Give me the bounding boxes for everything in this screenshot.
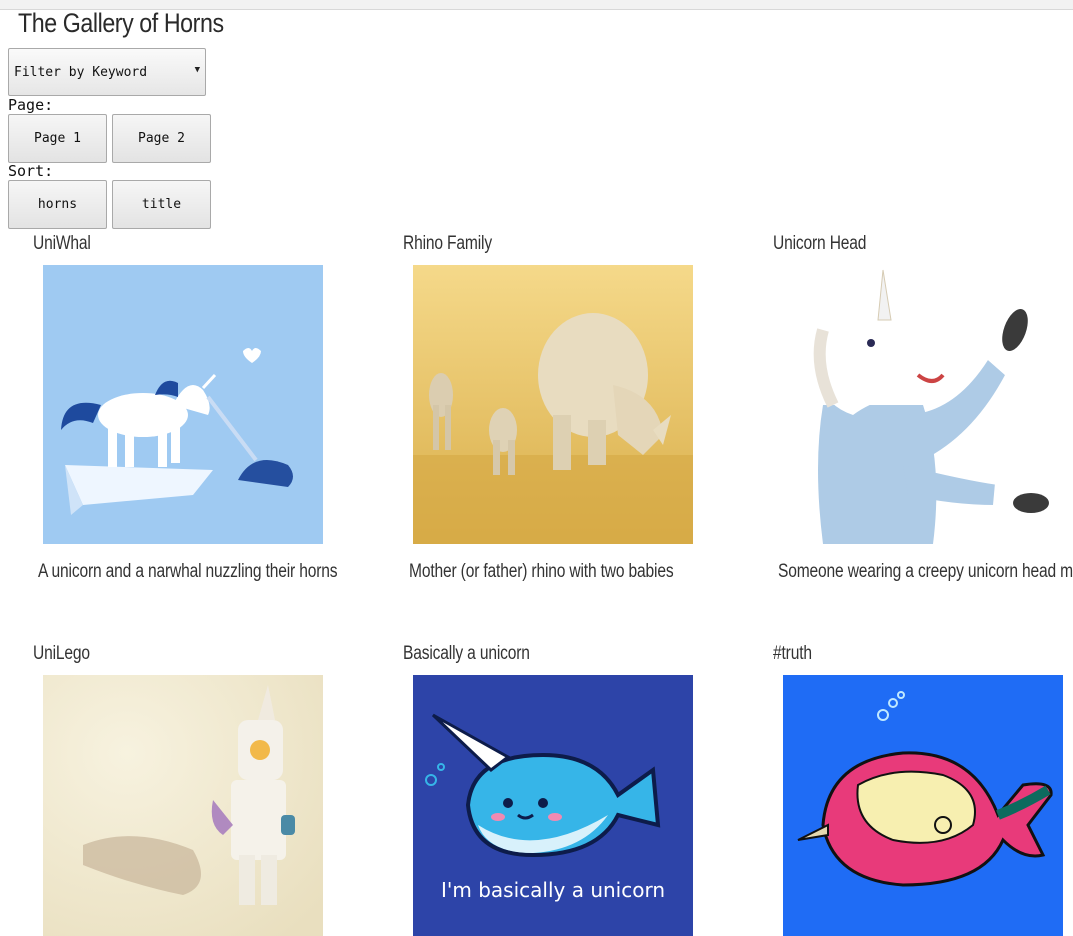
- keyword-filter-select[interactable]: Filter by Keyword ▼: [8, 48, 206, 96]
- gallery-item-title: UniLego: [33, 643, 90, 664]
- page-2-button[interactable]: Page 2: [112, 114, 211, 163]
- gallery-item-title: Rhino Family: [403, 233, 492, 254]
- gallery-item-title: Basically a unicorn: [403, 643, 530, 664]
- page-title: The Gallery of Horns: [18, 8, 224, 38]
- gallery-item-title: UniWhal: [33, 233, 91, 254]
- gallery-item-description: Someone wearing a creepy unicorn head ma…: [778, 561, 1073, 582]
- unicorn-head-image[interactable]: [783, 265, 1063, 544]
- gallery-item-description: A unicorn and a narwhal nuzzling their h…: [38, 561, 338, 582]
- keyword-filter-label: Filter by Keyword: [14, 64, 148, 80]
- gallery-item-description: Mother (or father) rhino with two babies: [409, 561, 674, 582]
- unilego-image[interactable]: [43, 675, 323, 936]
- rhino-family-image[interactable]: [413, 265, 693, 544]
- sort-label: Sort:: [8, 162, 54, 180]
- uniwhal-image[interactable]: [43, 265, 323, 544]
- sort-title-button[interactable]: title: [112, 180, 211, 229]
- truth-image[interactable]: [783, 675, 1063, 936]
- image-caption-text: I'm basically a unicorn: [441, 878, 665, 902]
- dropdown-arrow-icon: ▼: [194, 65, 200, 75]
- basically-a-unicorn-image[interactable]: I'm basically a unicorn: [413, 675, 693, 936]
- page-label: Page:: [8, 96, 54, 114]
- page-1-button[interactable]: Page 1: [8, 114, 107, 163]
- gallery-item-title: Unicorn Head: [773, 233, 867, 254]
- gallery-item-title: #truth: [773, 643, 812, 664]
- sort-horns-button[interactable]: horns: [8, 180, 107, 229]
